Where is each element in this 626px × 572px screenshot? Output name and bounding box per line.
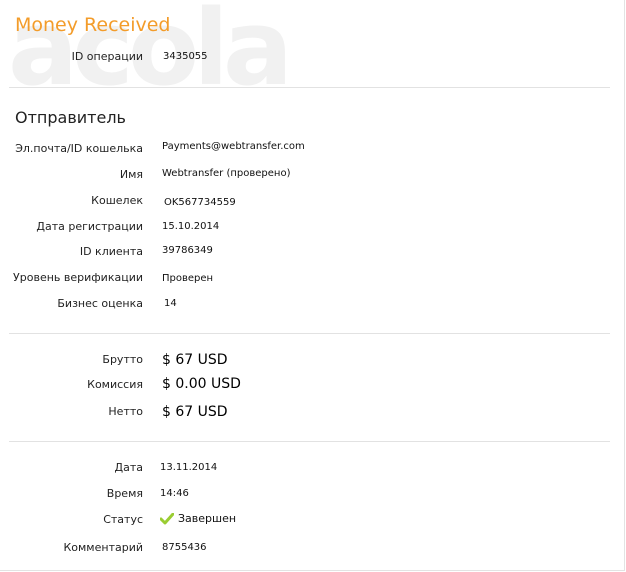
page-title: Money Received [15,14,171,36]
sender-verification-label: Уровень верификации [13,271,143,284]
status-label: Статус [103,513,143,526]
sender-wallet-label: Кошелек [91,194,143,207]
check-icon [160,513,174,525]
status-text: Завершен [178,512,237,525]
sender-verification-value: Проверен [162,273,214,284]
gross-label: Брутто [102,353,143,366]
date-label: Дата [114,461,143,474]
sender-section-title: Отправитель [15,108,126,127]
sender-reg-date-value: 15.10.2014 [162,221,220,232]
sender-name-label: Имя [119,168,143,181]
sender-business-score-value: 14 [164,298,177,309]
sender-business-score-label: Бизнес оценка [57,297,143,310]
net-value: $ 67 USD [162,404,228,420]
date-value: 13.11.2014 [160,462,218,473]
divider [9,87,610,88]
sender-email-label: Эл.почта/ID кошелька [15,142,143,155]
fee-value: $ 0.00 USD [162,376,241,392]
operation-id-label: ID операции [71,50,143,63]
sender-wallet-value: OK567734559 [164,197,236,208]
sender-client-id-value: 39786349 [162,245,213,256]
fee-label: Комиссия [87,378,143,391]
divider [9,333,610,334]
comment-value: 8755436 [162,542,207,553]
sender-email-value: Payments@webtransfer.com [162,141,305,152]
sender-client-id-label: ID клиента [79,245,143,258]
comment-label: Комментарий [63,541,143,554]
sender-reg-date-label: Дата регистрации [36,220,143,233]
time-value: 14:46 [160,488,189,499]
divider [9,441,610,442]
sender-name-value: Webtransfer (проверено) [162,168,291,179]
status-value: Завершен [160,512,236,525]
net-label: Нетто [108,405,143,418]
operation-id-value: 3435055 [163,51,208,62]
gross-value: $ 67 USD [162,352,228,368]
time-label: Время [106,487,143,500]
